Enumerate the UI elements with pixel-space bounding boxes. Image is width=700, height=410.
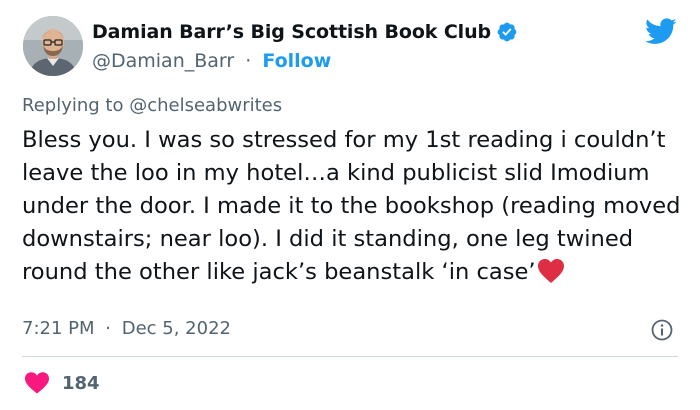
author-handle[interactable]: @Damian_Barr <box>92 50 234 72</box>
timestamp-row[interactable]: 7:21 PM · Dec 5, 2022 <box>22 318 231 339</box>
tweet-text: Bless you. I was so stressed for my 1st … <box>22 127 681 285</box>
info-icon[interactable] <box>650 318 674 342</box>
avatar-photo <box>23 16 83 76</box>
replying-to-prefix: Replying to <box>22 95 130 116</box>
twitter-bird-icon[interactable] <box>645 18 677 45</box>
reply-to-handle[interactable]: @chelseabwrites <box>129 95 282 116</box>
author-display-name[interactable]: Damian Barr’s Big Scottish Book Club <box>92 21 491 43</box>
divider <box>22 356 678 357</box>
timestamp-separator: · <box>105 318 111 339</box>
verified-badge-icon <box>496 21 518 43</box>
red-heart-emoji <box>537 258 565 284</box>
avatar[interactable] <box>23 16 83 76</box>
like-count[interactable]: 184 <box>62 373 100 394</box>
follow-button[interactable]: Follow <box>262 50 331 72</box>
tweet-time: 7:21 PM <box>22 318 95 339</box>
heart-icon[interactable] <box>24 371 50 395</box>
likes-row: 184 <box>24 371 100 395</box>
tweet-body: Bless you. I was so stressed for my 1st … <box>22 124 682 289</box>
author-name-row: Damian Barr’s Big Scottish Book Club <box>92 21 518 43</box>
tweet-date: Dec 5, 2022 <box>121 318 231 339</box>
author-handle-row: @Damian_Barr · Follow <box>92 50 331 72</box>
handle-separator: · <box>245 50 252 72</box>
replying-to: Replying to @chelseabwrites <box>22 95 282 116</box>
